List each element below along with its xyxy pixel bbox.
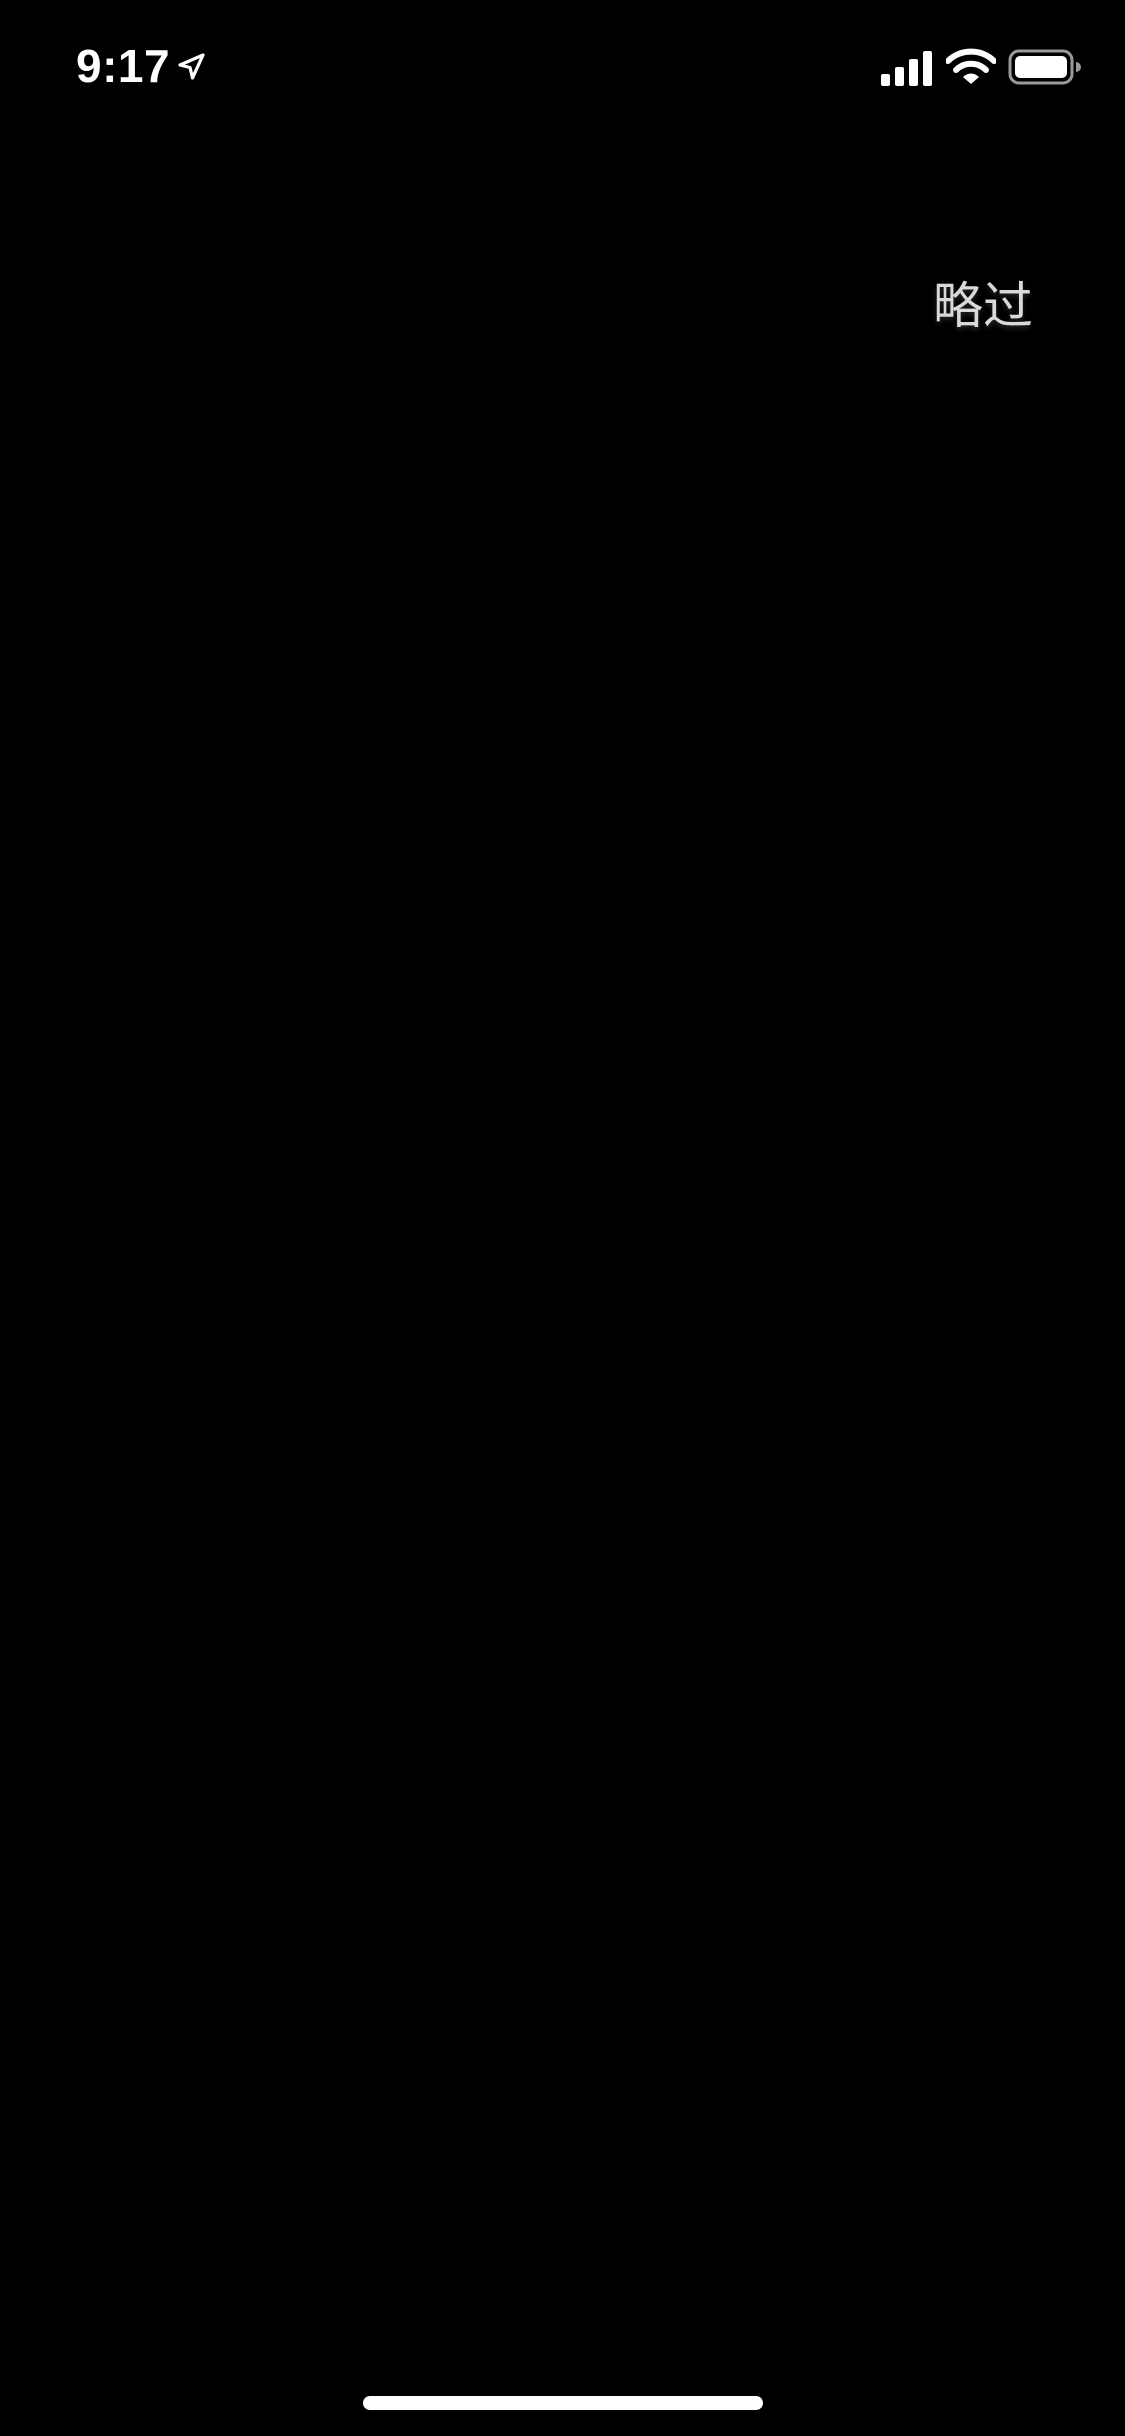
- status-time: 9:17: [76, 40, 171, 92]
- wifi-icon: [946, 48, 996, 84]
- skip-button[interactable]: 略过: [908, 262, 1058, 342]
- cellular-signal-icon: [881, 51, 932, 86]
- home-indicator[interactable]: [363, 2396, 763, 2410]
- battery-icon: [1008, 49, 1081, 85]
- status-bar: 9:17: [0, 0, 1125, 132]
- location-arrow-icon: [178, 53, 205, 80]
